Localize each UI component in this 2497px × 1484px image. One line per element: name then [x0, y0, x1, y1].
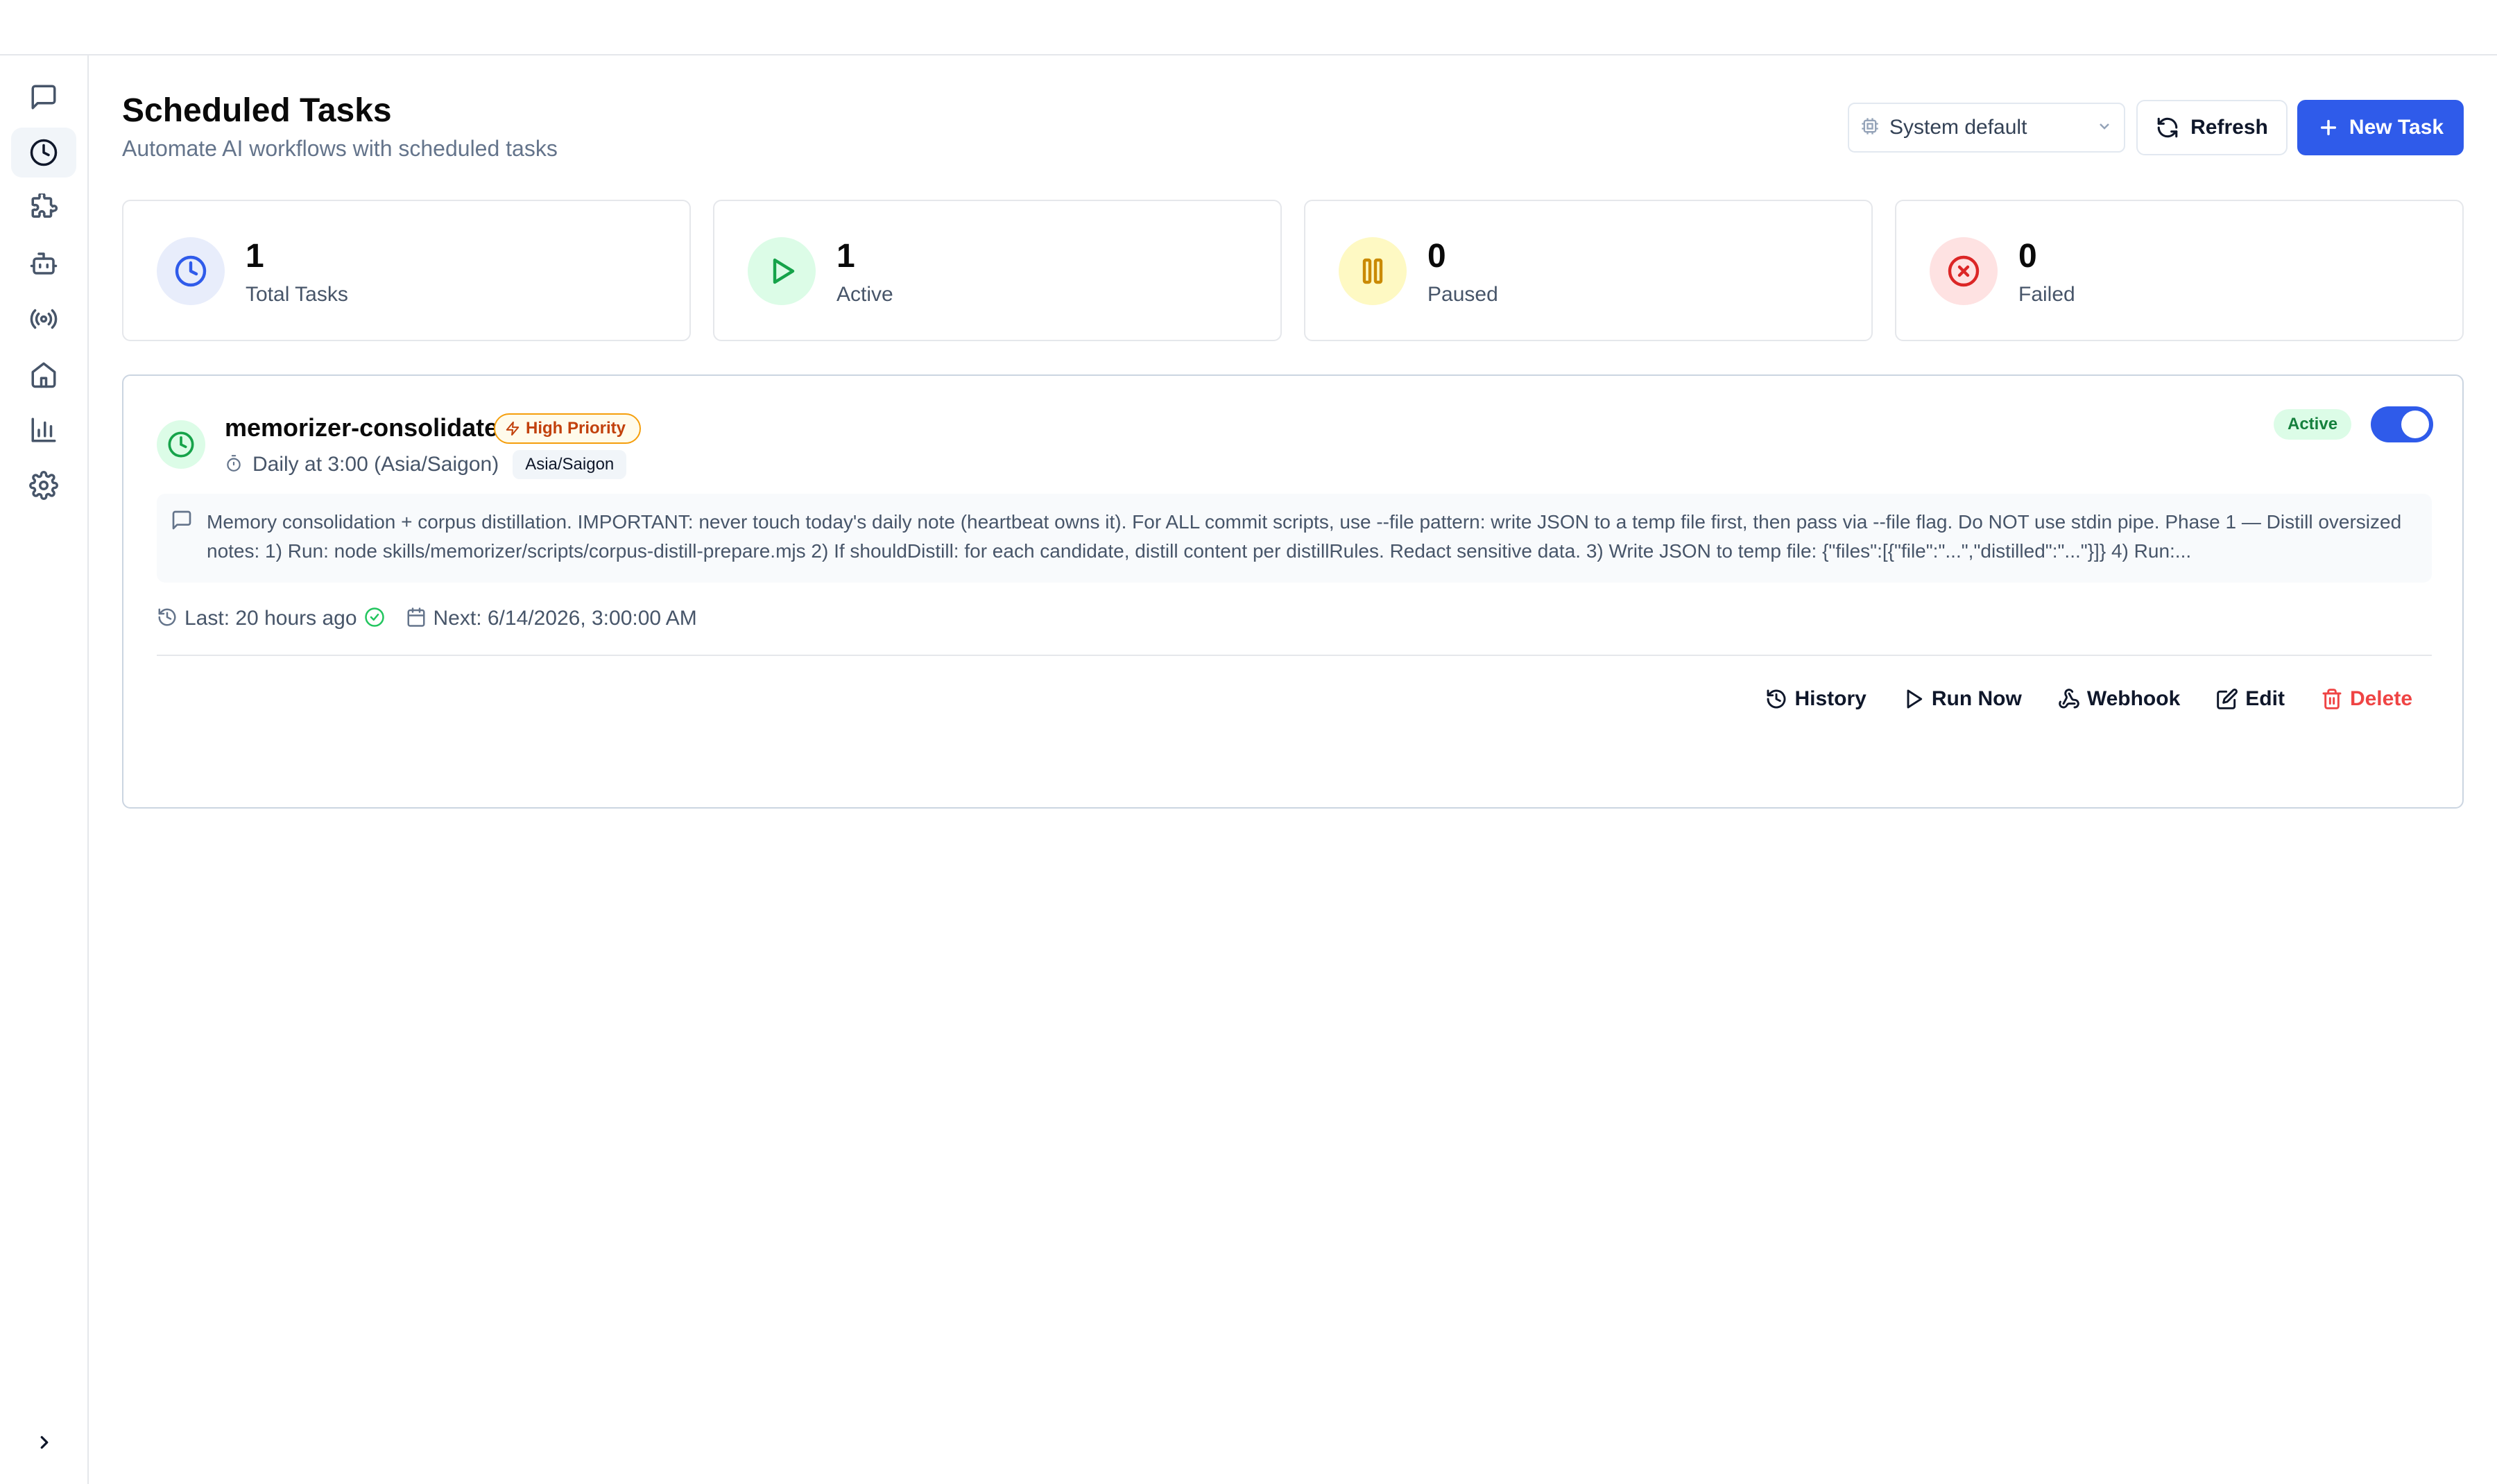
task-description: Memory consolidation + corpus distillati…	[157, 494, 2432, 583]
task-actions: History Run Now Webhook Edit Delete	[1749, 677, 2429, 721]
new-task-button-label: New Task	[2349, 116, 2444, 139]
chevron-down-icon	[2096, 118, 2113, 138]
priority-badge: High Priority	[494, 413, 642, 444]
refresh-icon	[2157, 117, 2178, 138]
calendar-icon	[406, 607, 427, 631]
gear-icon	[29, 471, 58, 500]
stat-label: Paused	[1427, 283, 1498, 306]
divider	[157, 655, 2432, 656]
task-status-icon	[157, 420, 205, 469]
pause-icon	[1362, 258, 1383, 284]
sidebar-item-analytics[interactable]	[11, 405, 76, 455]
webhook-button[interactable]: Webhook	[2041, 677, 2197, 721]
stat-value: 0	[1427, 238, 1446, 275]
sidebar-item-scheduled-tasks[interactable]	[11, 128, 76, 178]
status-badge: Active	[2274, 409, 2352, 440]
clock-icon	[30, 139, 58, 166]
refresh-button-label: Refresh	[2190, 116, 2268, 139]
task-card[interactable]: memorizer-consolidate High Priority Dail…	[122, 374, 2464, 809]
timezone-select-value: System default	[1889, 116, 2027, 139]
webhook-icon	[2059, 689, 2079, 709]
timezone-select[interactable]: System default	[1848, 103, 2125, 153]
stat-icon-circle	[157, 237, 225, 305]
play-icon	[1907, 689, 1922, 709]
top-bar	[0, 0, 2497, 55]
cpu-icon	[1860, 117, 1880, 139]
last-run-text: Last: 20 hours ago	[185, 607, 357, 630]
refresh-button[interactable]: Refresh	[2136, 100, 2288, 155]
history-icon	[157, 607, 178, 631]
timer-icon	[225, 454, 243, 476]
timezone-badge: Asia/Saigon	[513, 450, 627, 479]
task-description-text: Memory consolidation + corpus distillati…	[207, 511, 2402, 562]
run-now-button[interactable]: Run Now	[1886, 677, 2039, 721]
sidebar	[0, 55, 89, 1484]
edit-icon	[2217, 689, 2238, 709]
history-button[interactable]: History	[1749, 677, 1882, 721]
history-button-label: History	[1794, 687, 1867, 710]
next-run-text: Next: 6/14/2026, 3:00:00 AM	[433, 607, 697, 630]
x-circle-icon	[1948, 255, 1980, 287]
sidebar-item-settings[interactable]	[11, 460, 76, 510]
sidebar-item-broadcast[interactable]	[11, 294, 76, 344]
stat-label: Failed	[2018, 283, 2075, 306]
plus-icon	[2320, 119, 2336, 136]
run-now-button-label: Run Now	[1931, 687, 2022, 710]
stat-value: 1	[246, 238, 264, 275]
play-icon	[773, 258, 795, 284]
sidebar-item-home[interactable]	[11, 350, 76, 399]
sidebar-item-agents[interactable]	[11, 239, 76, 288]
edit-button[interactable]: Edit	[2199, 677, 2301, 721]
stat-value: 1	[836, 238, 855, 275]
bar-chart-icon	[31, 417, 56, 442]
stat-icon-circle	[748, 237, 816, 305]
message-square-icon	[171, 509, 193, 535]
stat-icon-circle	[1339, 237, 1407, 305]
task-schedule: Daily at 3:00 (Asia/Saigon) Asia/Saigon	[225, 449, 627, 480]
task-name: memorizer-consolidate	[225, 413, 499, 442]
check-circle-icon	[364, 607, 385, 631]
clock-icon	[168, 431, 194, 458]
puzzle-icon	[31, 193, 58, 218]
stat-card-failed: 0 Failed	[1895, 200, 2464, 341]
task-enabled-toggle[interactable]	[2371, 406, 2433, 442]
stat-icon-circle	[1930, 237, 1998, 305]
toggle-knob	[2401, 411, 2429, 438]
stat-label: Total Tasks	[246, 283, 348, 306]
page-title: Scheduled Tasks	[122, 92, 392, 129]
priority-label: High Priority	[526, 419, 626, 438]
stat-card-total: 1 Total Tasks	[122, 200, 691, 341]
stat-value: 0	[2018, 238, 2037, 275]
page-subtitle: Automate AI workflows with scheduled tas…	[122, 136, 558, 161]
radio-icon	[30, 309, 58, 329]
edit-button-label: Edit	[2245, 687, 2285, 710]
zap-icon	[506, 421, 520, 436]
stat-card-active: 1 Active	[713, 200, 1282, 341]
schedule-text: Daily at 3:00 (Asia/Saigon)	[252, 453, 499, 476]
bot-icon	[30, 252, 58, 275]
message-square-icon	[31, 85, 56, 110]
stat-card-paused: 0 Paused	[1304, 200, 1873, 341]
sidebar-expand-button[interactable]	[28, 1426, 61, 1459]
home-icon	[31, 362, 56, 388]
trash-icon	[2322, 689, 2342, 709]
clock-icon	[175, 255, 207, 287]
delete-button-label: Delete	[2349, 687, 2412, 710]
chevron-right-icon	[40, 1435, 49, 1449]
stat-label: Active	[836, 283, 893, 306]
sidebar-item-chat[interactable]	[11, 72, 76, 122]
new-task-button[interactable]: New Task	[2297, 100, 2464, 155]
task-run-meta: Last: 20 hours ago Next: 6/14/2026, 3:00…	[157, 603, 697, 634]
delete-button[interactable]: Delete	[2304, 677, 2429, 721]
history-icon	[1767, 689, 1786, 709]
webhook-button-label: Webhook	[2086, 687, 2181, 710]
sidebar-item-plugins[interactable]	[11, 183, 76, 233]
